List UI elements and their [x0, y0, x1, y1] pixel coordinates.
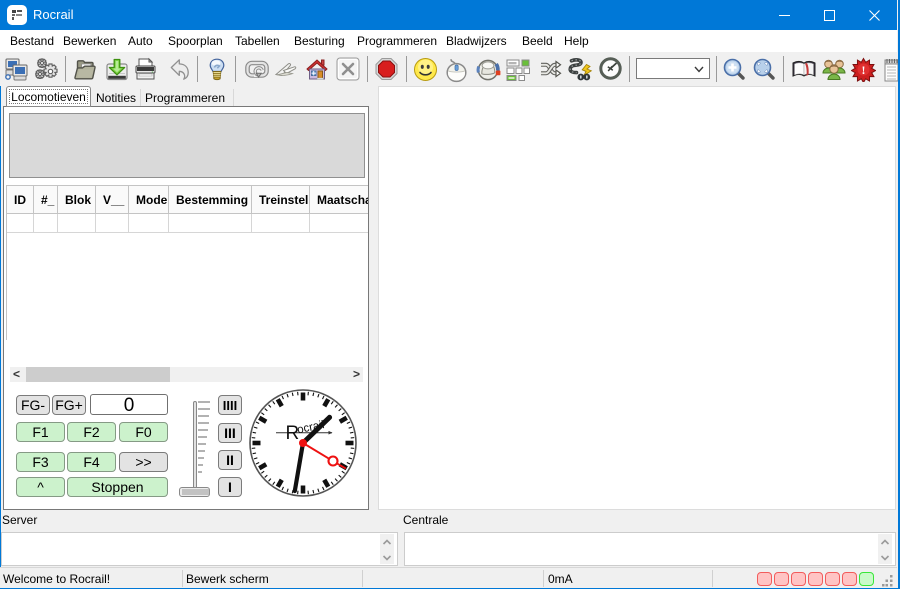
- svg-text:!: !: [862, 63, 866, 77]
